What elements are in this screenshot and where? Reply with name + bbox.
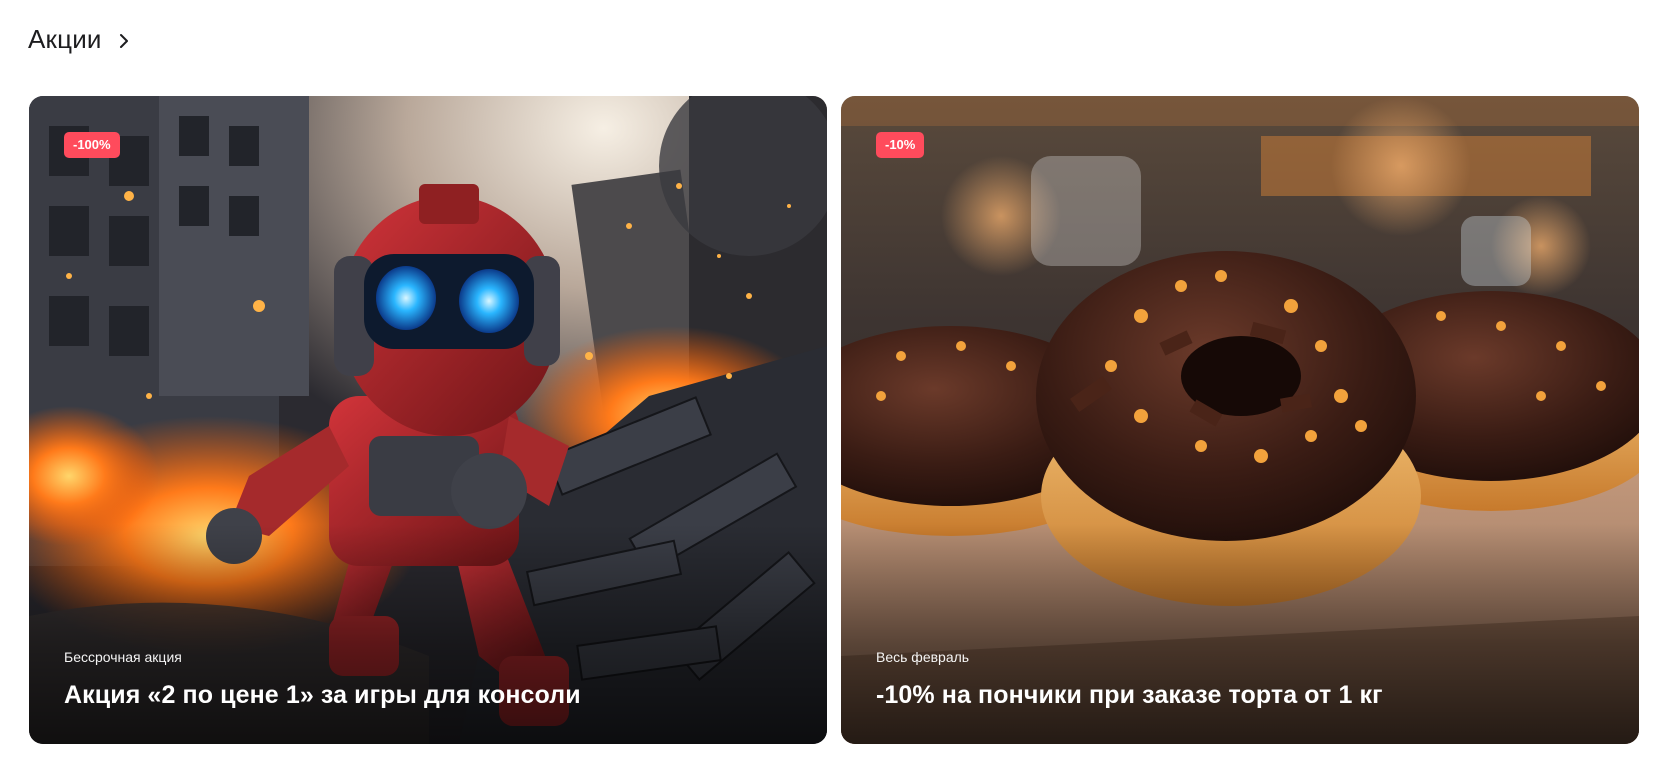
promo-title: -10% на пончики при заказе торта от 1 кг	[876, 681, 1383, 709]
promo-card-donuts[interactable]: -10% Весь февраль -10% на пончики при за…	[841, 96, 1639, 744]
promo-subtitle: Весь февраль	[876, 649, 970, 665]
promo-cards: -100% Бессрочная акция Акция «2 по цене …	[29, 96, 1641, 744]
discount-badge: -10%	[876, 132, 925, 158]
promo-title: Акция «2 по цене 1» за игры для консоли	[64, 681, 581, 709]
chevron-right-icon	[119, 33, 128, 48]
section-title: Акции	[28, 24, 102, 54]
discount-badge: -100%	[64, 132, 120, 158]
promotions-header-link[interactable]: Акции	[28, 24, 132, 55]
promo-subtitle: Бессрочная акция	[64, 649, 182, 665]
promo-card-console-games[interactable]: -100% Бессрочная акция Акция «2 по цене …	[29, 96, 827, 744]
